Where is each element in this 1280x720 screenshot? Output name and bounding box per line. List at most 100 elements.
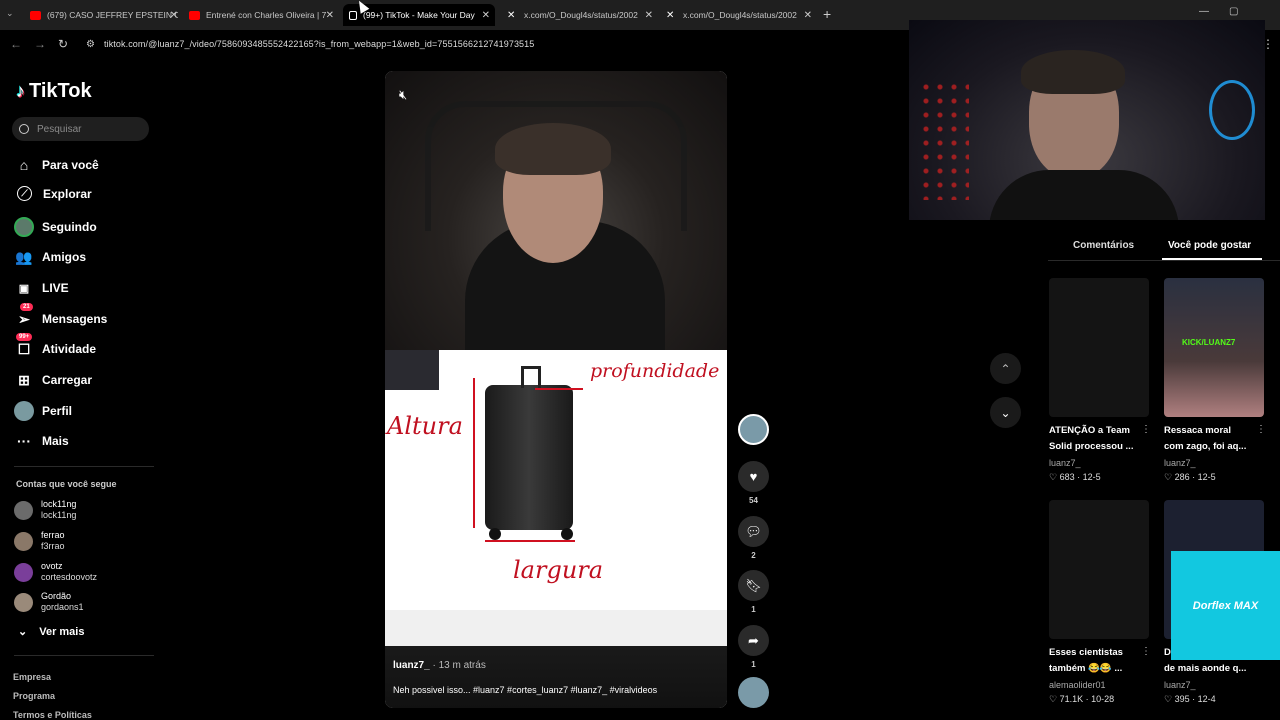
nav-mensagens[interactable]: ➢ 21 Mensagens — [14, 303, 108, 329]
card-title[interactable]: ATENÇÃO a Team Solid processou ... — [1049, 423, 1149, 455]
tab-2[interactable]: Entrené con Charles Oliveira | 7 ✕ — [189, 4, 334, 26]
nav-atividade[interactable]: ☐ 99+ Atividade — [14, 333, 96, 359]
close-tab-icon[interactable]: ✕ — [170, 10, 178, 21]
card-user[interactable]: luanz7_ — [1164, 458, 1196, 468]
nav-mais[interactable]: ··· Mais — [14, 431, 69, 451]
following-avatar-icon — [14, 217, 34, 237]
nav-para-voce[interactable]: ⌂ Para você — [14, 155, 99, 175]
tab-5[interactable]: ✕ x.com/O_Dougl4s/status/2002 ✕ — [666, 4, 812, 26]
account-handle: lock11ng — [41, 510, 77, 520]
following-account[interactable]: ferrao f3rrao — [14, 530, 65, 552]
nav-label: Mensagens — [42, 312, 108, 326]
tab-4-title: x.com/O_Dougl4s/status/2002 — [524, 10, 638, 20]
nav-perfil[interactable]: Perfil — [14, 401, 72, 421]
nav-label: Perfil — [42, 404, 73, 418]
footer-link[interactable]: Programa — [13, 691, 55, 701]
tab-5-title: x.com/O_Dougl4s/status/2002 — [683, 10, 797, 20]
nav-carregar[interactable]: ⊞ Carregar — [14, 370, 92, 390]
friends-icon: 👥 — [15, 248, 33, 265]
close-tab-icon[interactable]: ✕ — [326, 10, 334, 21]
account-name: ferrao — [41, 530, 65, 540]
following-account[interactable]: lock11ng lock11ng — [14, 499, 76, 521]
forward-icon[interactable]: → — [34, 37, 46, 51]
label-altura: Altura — [387, 412, 463, 440]
suitcase-image — [485, 385, 573, 530]
video-player[interactable]: 🔇︎ Altura profundidade largura luanz7_ ·… — [385, 71, 727, 708]
mute-icon[interactable]: 🔇︎ — [399, 87, 407, 103]
previous-video-button[interactable]: ⌃ — [990, 353, 1021, 384]
author-name: luanz7_ — [393, 660, 430, 671]
card-user[interactable]: luanz7_ — [1164, 680, 1196, 690]
account-handle: f3rrao — [41, 541, 65, 551]
video-whiteboard: Altura profundidade largura — [385, 350, 727, 646]
sound-avatar — [738, 677, 769, 708]
url-field[interactable]: tiktok.com/@luanz7_/video/75860934855524… — [104, 39, 534, 49]
card-stats: ♡ 683 · 12-5 — [1049, 472, 1101, 482]
share-icon: ➦ — [738, 625, 769, 656]
streamer-webcam-overlay — [909, 20, 1265, 220]
footer-link[interactable]: Empresa — [13, 672, 51, 682]
card-likes: 395 — [1174, 694, 1190, 704]
account-handle: cortesdoovotz — [41, 572, 98, 582]
back-icon[interactable]: ← — [10, 37, 22, 51]
search-input[interactable]: Pesquisar — [12, 117, 149, 141]
close-tab-icon[interactable]: ✕ — [804, 10, 812, 21]
sidebar-divider — [14, 655, 154, 656]
tab-voce-pode-gostar[interactable]: Você pode gostar — [1168, 240, 1251, 251]
close-tab-icon[interactable]: ✕ — [482, 10, 490, 21]
share-button[interactable]: ➦ 1 — [738, 625, 769, 669]
following-account[interactable]: ovotz cortesdoovotz — [14, 561, 97, 583]
nav-explorar[interactable]: ⟋ Explorar — [14, 186, 92, 201]
card-likes: 286 — [1174, 472, 1190, 482]
maximize-icon[interactable]: ▢ — [1229, 6, 1238, 17]
new-tab-icon[interactable]: + — [823, 6, 831, 22]
site-info-icon[interactable]: ⚙ — [86, 39, 95, 50]
suitcase-wheel — [561, 528, 573, 540]
christmas-tree-lights — [919, 80, 969, 200]
nav-label: Amigos — [42, 250, 87, 264]
tab-list-dropdown-icon[interactable]: ⌄ — [6, 8, 14, 19]
more-options-icon[interactable]: ⋮ — [1256, 424, 1266, 435]
recommended-thumbnail[interactable] — [1049, 278, 1149, 417]
footer-link[interactable]: Termos e Políticas — [13, 710, 92, 720]
save-button[interactable]: 🔖︎ 1 — [738, 570, 769, 614]
tiktok-note-icon: ♪ — [16, 81, 25, 101]
video-webcam-frame — [385, 71, 727, 361]
like-button[interactable]: ♥ 54 — [738, 461, 769, 505]
creator-avatar-button[interactable] — [738, 414, 769, 445]
tiktok-logo[interactable]: ♪ TikTok — [16, 80, 92, 103]
tiktok-icon — [349, 10, 357, 20]
tab-1[interactable]: (679) CASO JEFFREY EPSTEIN C ✕ — [30, 4, 178, 26]
sound-avatar-button[interactable] — [738, 677, 769, 708]
nav-seguindo[interactable]: Seguindo — [14, 217, 97, 237]
card-user[interactable]: alemaolider01 — [1049, 680, 1106, 690]
tab-comentarios[interactable]: Comentários — [1073, 240, 1134, 251]
live-icon: ▣ — [18, 282, 30, 295]
recommended-thumbnail[interactable] — [1049, 500, 1149, 639]
nav-live[interactable]: ▣ LIVE — [14, 278, 69, 298]
following-account[interactable]: Gordão gordaons1 — [14, 591, 84, 613]
card-user[interactable]: luanz7_ — [1049, 458, 1081, 468]
see-more-button[interactable]: ⌄ Ver mais — [14, 627, 84, 638]
card-title[interactable]: Ressaca moral com zago, foi aq... — [1164, 423, 1264, 455]
video-author[interactable]: luanz7_ · 13 m atrás — [393, 660, 486, 671]
recommended-thumbnail[interactable]: KICK/LUANZ7 — [1164, 278, 1264, 417]
next-video-button[interactable]: ⌄ — [990, 397, 1021, 428]
close-tab-icon[interactable]: ✕ — [645, 10, 653, 21]
card-title[interactable]: Esses cientistas também 😂😂 ... — [1049, 645, 1149, 677]
suitcase-wheel — [489, 528, 501, 540]
reload-icon[interactable]: ↻ — [58, 37, 68, 51]
post-time: · 13 m atrás — [432, 660, 486, 671]
more-options-icon[interactable]: ⋮ — [1141, 424, 1151, 435]
nav-amigos[interactable]: 👥 Amigos — [14, 247, 86, 267]
comment-button[interactable]: 💬︎ 2 — [738, 516, 769, 560]
more-options-icon[interactable]: ⋮ — [1141, 646, 1151, 657]
search-icon — [19, 124, 29, 134]
minimize-icon[interactable]: — — [1199, 6, 1209, 17]
tab-4[interactable]: ✕ x.com/O_Dougl4s/status/2002 ✕ — [507, 4, 653, 26]
card-title-line: ATENÇÃO a Team — [1049, 425, 1130, 436]
card-title-line: de mais aonde q... — [1164, 663, 1247, 674]
youtube-icon — [189, 10, 200, 20]
nav-label: LIVE — [42, 281, 69, 295]
card-title-line: Esses cientistas — [1049, 647, 1123, 658]
